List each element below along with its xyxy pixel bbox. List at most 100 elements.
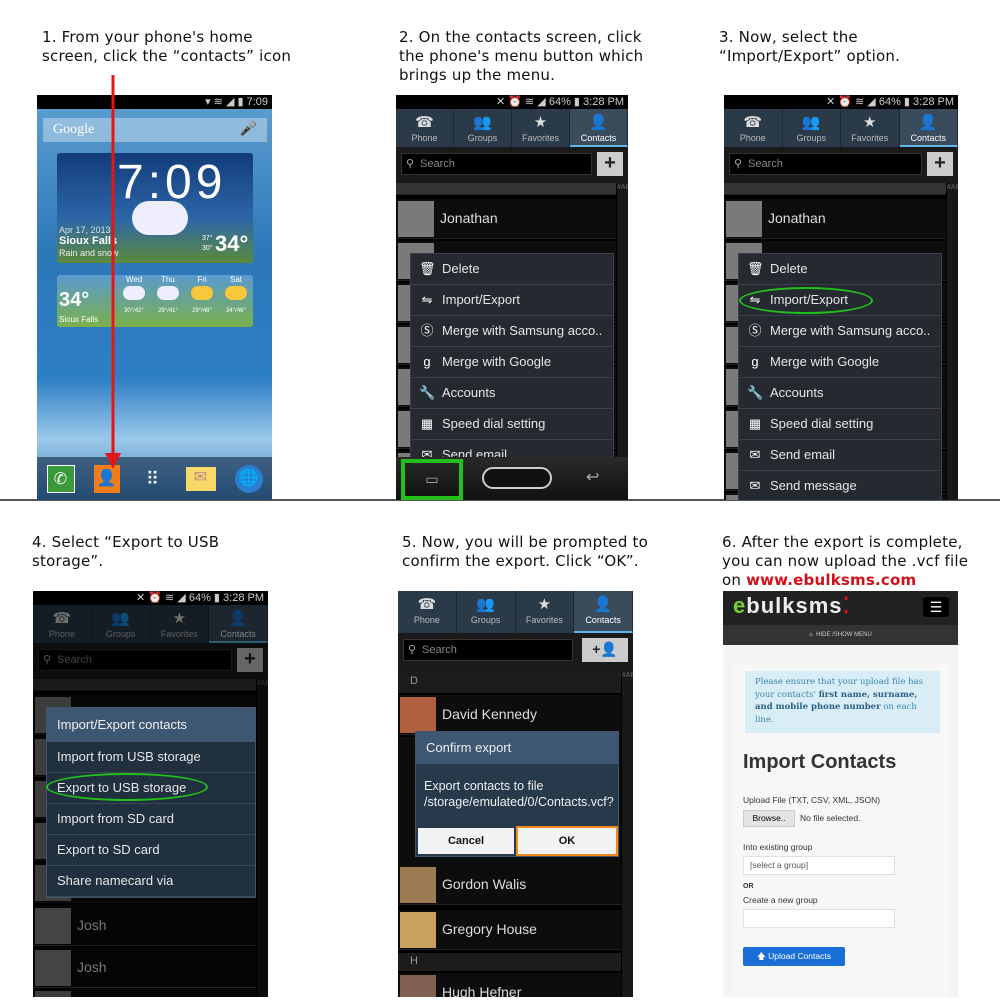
contact-row[interactable]: Gregory House (398, 910, 621, 950)
google-search-bar[interactable]: Google 🎤 (43, 118, 267, 142)
tab-groups[interactable]: 👥 Groups (783, 109, 841, 147)
dock: ✆ 👤 ⠿ ✉ 🌐 (37, 457, 272, 500)
menu-item-merge-with-samsung-acco[interactable]: Ⓢ Merge with Samsung acco.. (411, 316, 613, 347)
contact-row[interactable]: Jonathan (724, 199, 946, 239)
contact-row[interactable]: Josh (33, 906, 256, 946)
search-placeholder: Search (422, 644, 457, 656)
upload-contacts-button[interactable]: 🡅 Upload Contacts (743, 947, 845, 966)
tab-contacts[interactable]: 👤 Contacts (574, 591, 633, 633)
menu-item-import-export[interactable]: ⇋ Import/Export (411, 285, 613, 316)
no-file-selected: No file selected. (800, 813, 861, 823)
index-scrollbar[interactable]: #ABCDEFGHIJKLMNOPQRSTUVWXYZ (622, 671, 633, 997)
import-export-dialog-screen: ✕ ⏰ ≋ ◢ 64% ▮ 3:28 PM☎Phone👥Groups★Favor… (33, 591, 268, 997)
new-group-input[interactable] (743, 909, 895, 928)
tab-contacts[interactable]: 👤 Contacts (899, 109, 958, 147)
ok-button[interactable]: OK (516, 826, 618, 856)
contact-row[interactable]: Josh (33, 948, 256, 988)
ebulksms-link[interactable]: www.ebulksms.com (746, 571, 916, 589)
tab-contacts[interactable]: 👤 Contacts (570, 109, 628, 147)
tab-label: Favorites (525, 615, 563, 625)
menu-item-delete[interactable]: 🗑 Delete (411, 254, 613, 285)
tab-phone[interactable]: ☎ Phone (398, 591, 457, 633)
tab-label: Contacts (580, 133, 617, 143)
google-icon: g (423, 354, 431, 369)
home-icon: ⌂ (809, 632, 813, 638)
menu-item-speed-dial-setting[interactable]: ▦ Speed dial setting (411, 409, 613, 440)
dialog-option-share-namecard-via[interactable]: Share namecard via (47, 866, 255, 897)
apps-icon[interactable]: ⠿ (139, 465, 167, 493)
internet-icon[interactable]: 🌐 (234, 464, 263, 493)
menu-item-merge-with-google[interactable]: g Merge with Google (739, 347, 941, 378)
menu-item-merge-with-samsung-acco[interactable]: Ⓢ Merge with Samsung acco.. (739, 316, 941, 347)
section-header-h: H (398, 953, 621, 971)
menu-button-highlight[interactable]: ▭ (401, 459, 463, 500)
tab-phone[interactable]: ☎ Phone (396, 109, 454, 147)
contact-name: Gordon Walis (442, 876, 527, 892)
menu-item-send-email[interactable]: ✉ Send email (739, 440, 941, 471)
group-select[interactable]: [select a group] (743, 856, 895, 875)
ebulksms-site: ebulksms⁚ ☰ ⌂ HIDE /SHOW MENU Please ens… (723, 591, 958, 997)
avatar (726, 201, 762, 237)
search-input[interactable]: ⚲ Search (401, 153, 592, 175)
contact-row[interactable] (724, 183, 946, 195)
tab-groups[interactable]: 👥 Groups (454, 109, 512, 147)
menu-toggle-label: HIDE /SHOW MENU (816, 632, 872, 638)
forecast-day-name: Sat (229, 275, 242, 284)
tab-label: Phone (413, 615, 440, 625)
browse-button[interactable]: Browse.. (743, 810, 795, 827)
contact-row[interactable]: Jonathan (396, 199, 616, 239)
contact-name: Josh (77, 959, 107, 975)
menu-item-delete[interactable]: 🗑 Delete (739, 254, 941, 285)
clock-weather-widget[interactable]: 7:09 Apr 17, 2013 Sioux Falls Rain and s… (57, 153, 253, 263)
home-button[interactable] (482, 467, 552, 489)
favorites-icon: ★ (863, 114, 877, 131)
cancel-button[interactable]: Cancel (418, 828, 514, 854)
search-input[interactable]: ⚲ Search (403, 639, 573, 661)
page-title: Import Contacts (743, 751, 897, 773)
status-time: 3:28 PM (913, 96, 954, 108)
contacts-icon: 👤 (593, 596, 613, 613)
dialog-option-import-from-usb-storage[interactable]: Import from USB storage (47, 742, 255, 773)
tab-groups[interactable]: 👥 Groups (457, 591, 516, 633)
contact-row[interactable] (396, 183, 616, 195)
hide-show-menu[interactable]: ⌂ HIDE /SHOW MENU (723, 625, 958, 645)
add-contact-button[interactable]: + (597, 152, 623, 176)
site-logo[interactable]: ebulksms⁚ (733, 593, 851, 619)
hamburger-menu-icon[interactable]: ☰ (923, 597, 949, 617)
phone-icon[interactable]: ✆ (46, 464, 75, 493)
add-contact-button[interactable]: + (927, 152, 953, 176)
confirm-export-dialog: Confirm export Export contacts to file /… (415, 731, 619, 857)
avatar (400, 697, 436, 733)
menu-item-accounts[interactable]: 🔧 Accounts (411, 378, 613, 409)
current-temp: 34° (215, 231, 249, 256)
index-scrollbar[interactable]: #ABCDEFGHIJKLMNOPQRSTUVWXYZ (947, 183, 958, 500)
battery-level: 64% (188, 592, 211, 604)
mic-icon[interactable]: 🎤 (240, 118, 257, 142)
groups-icon: 👥 (801, 114, 821, 131)
back-button[interactable]: ↩ (586, 467, 599, 487)
menu-item-accounts[interactable]: 🔧 Accounts (739, 378, 941, 409)
dialog-option-import-from-sd-card[interactable]: Import from SD card (47, 804, 255, 835)
tab-favorites[interactable]: ★ Favorites (516, 591, 575, 633)
menu-item-send-message[interactable]: ✉ Send message (739, 471, 941, 500)
contact-row[interactable]: Hugh Hefner (398, 973, 621, 997)
dialog-option-export-to-sd-card[interactable]: Export to SD card (47, 835, 255, 866)
tab-favorites[interactable]: ★ Favorites (841, 109, 900, 147)
step-5-caption: 5. Now, you will be prompted to confirm … (402, 533, 648, 570)
tab-phone[interactable]: ☎ Phone (724, 109, 783, 147)
add-contact-button[interactable]: +👤 (582, 638, 628, 662)
contact-row[interactable]: Gordon Walis (398, 865, 621, 905)
menu-item-label: Delete (770, 261, 808, 276)
menu-item-merge-with-google[interactable]: g Merge with Google (411, 347, 613, 378)
tab-favorites[interactable]: ★ Favorites (512, 109, 570, 147)
forecast-widget[interactable]: 34° Sioux Falls Wed 30°/42° Thu 29°/41° Fri 2… (57, 275, 253, 327)
tab-label: Contacts (585, 615, 621, 625)
info-notice: Please ensure that your upload file has … (745, 671, 940, 733)
confirm-export-screen: ☎ Phone 👥 Groups ★ Favorites 👤 Contacts ⚲ Search… (398, 591, 633, 997)
index-scrollbar[interactable]: #ABCDEFGHIJKLMNOPQRSTUVWXYZ (617, 183, 628, 500)
menu-item-speed-dial-setting[interactable]: ▦ Speed dial setting (739, 409, 941, 440)
forecast-day: Thu 29°/41° (151, 275, 185, 327)
contact-row[interactable]: David Kennedy (398, 695, 621, 735)
email-icon[interactable]: ✉ (185, 466, 216, 491)
search-input[interactable]: ⚲ Search (729, 153, 922, 175)
